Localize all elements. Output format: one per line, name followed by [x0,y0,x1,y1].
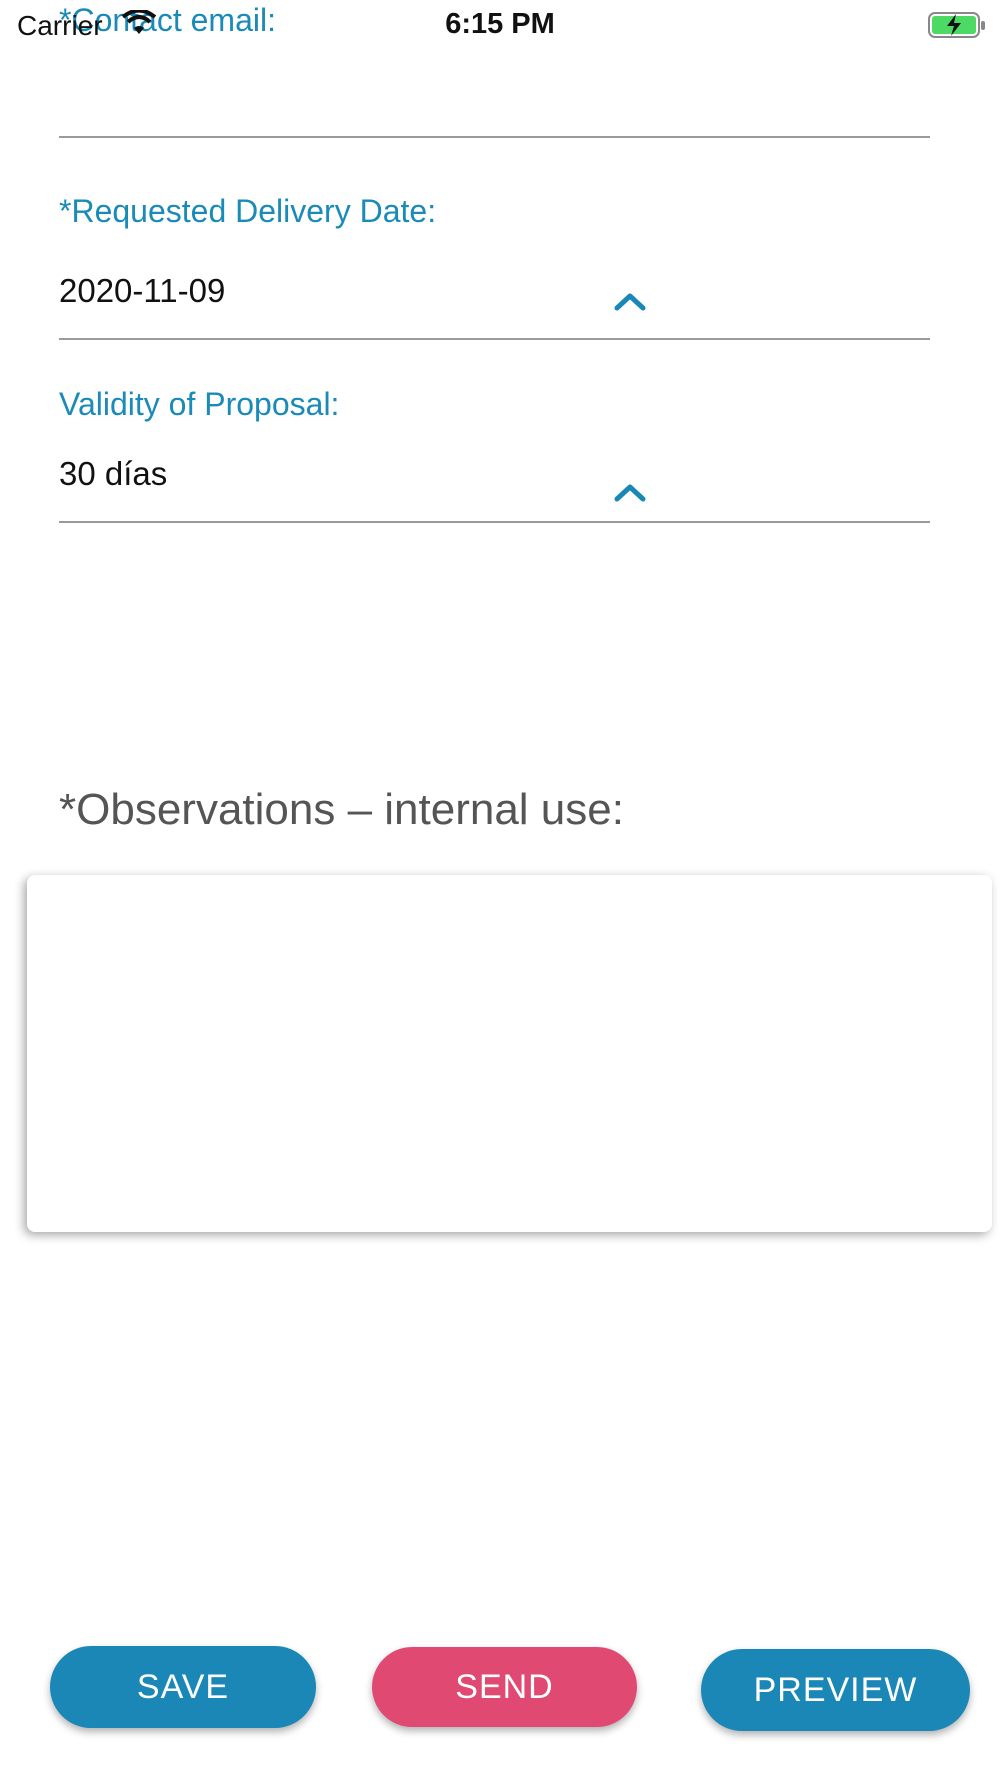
chevron-up-icon[interactable] [614,291,646,311]
contact-email-underline [59,136,930,138]
observations-heading: *Observations – internal use: [59,785,624,834]
validity-field[interactable]: 30 días [59,455,167,493]
delivery-date-label: *Requested Delivery Date: [59,193,437,229]
preview-button[interactable]: PREVIEW [701,1649,970,1731]
battery-charging-icon [928,12,985,38]
save-button[interactable]: SAVE [50,1646,316,1728]
validity-label: Validity of Proposal: [59,386,340,422]
validity-underline [59,521,930,523]
delivery-date-field[interactable]: 2020-11-09 [59,272,225,310]
chevron-up-icon[interactable] [614,482,646,502]
delivery-date-underline [59,338,930,340]
status-time: 6:15 PM [445,8,555,40]
observations-textarea[interactable] [27,875,992,1232]
send-button[interactable]: SEND [372,1647,637,1727]
status-bar: Carrier 6:15 PM [0,0,1000,50]
